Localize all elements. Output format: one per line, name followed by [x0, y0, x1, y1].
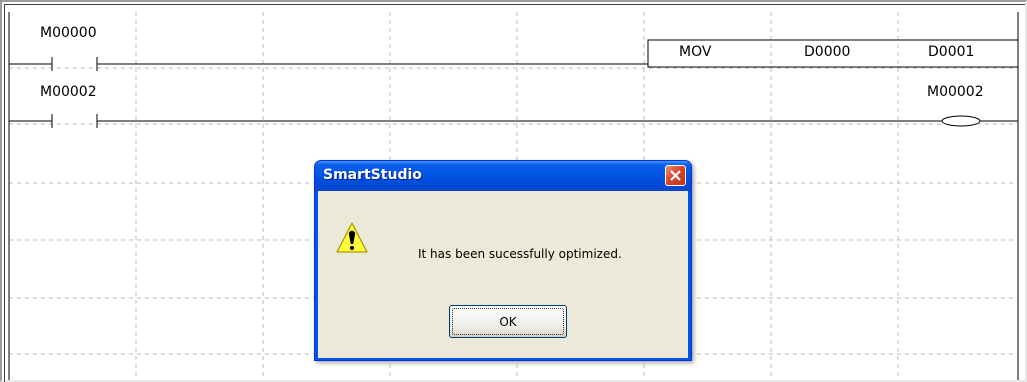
- close-icon: [670, 170, 681, 181]
- dialog-client: It has been sucessfully optimized. OK: [318, 191, 688, 358]
- warning-icon: [336, 222, 368, 253]
- ok-button[interactable]: OK: [449, 305, 567, 338]
- message-dialog: SmartStudio It has been sucessfully opti…: [314, 160, 692, 361]
- dialog-message: It has been sucessfully optimized.: [418, 247, 622, 261]
- close-button[interactable]: [665, 165, 686, 186]
- dialog-titlebar[interactable]: SmartStudio: [315, 161, 691, 191]
- ok-button-label: OK: [499, 314, 517, 329]
- dialog-title: SmartStudio: [323, 167, 422, 183]
